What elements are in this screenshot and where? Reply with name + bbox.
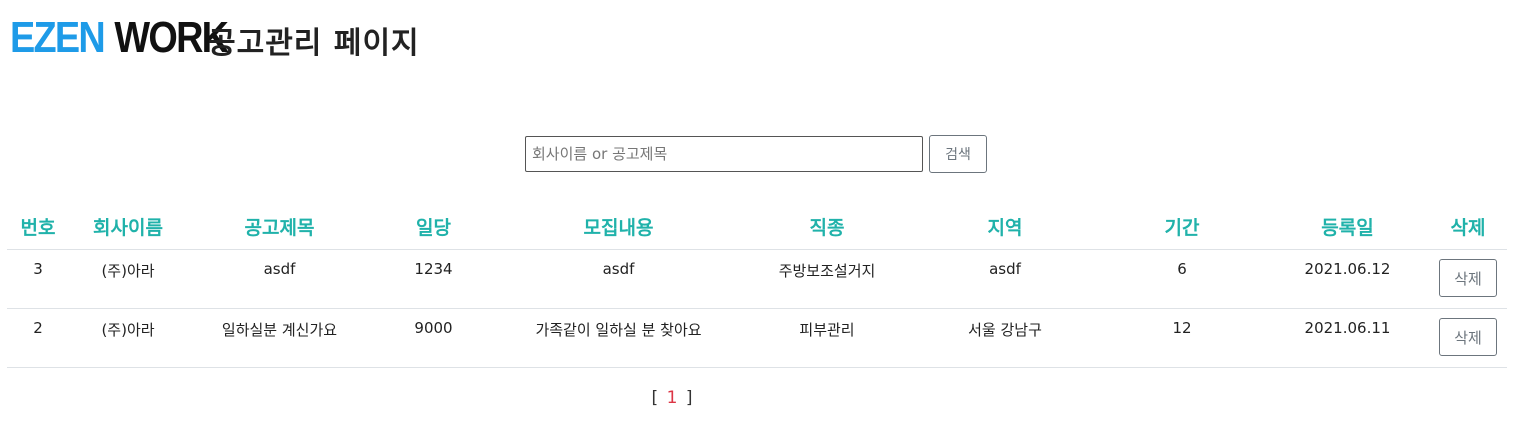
cell-job: 주방보조설거지 xyxy=(742,249,912,309)
cell-title: asdf xyxy=(187,249,372,309)
header-delete: 삭제 xyxy=(1429,203,1507,250)
cell-company: (주)아라 xyxy=(69,308,187,368)
logo[interactable]: EZEN WORK xyxy=(10,13,229,62)
cell-title: 일하실분 계신가요 xyxy=(187,308,372,368)
header-date: 등록일 xyxy=(1266,203,1429,250)
delete-button[interactable]: 삭제 xyxy=(1439,318,1497,356)
header-period: 기간 xyxy=(1098,203,1266,250)
cell-job: 피부관리 xyxy=(742,308,912,368)
header-no: 번호 xyxy=(7,203,69,250)
table-header-row: 번호 회사이름 공고제목 일당 모집내용 직종 지역 기간 등록일 삭제 xyxy=(7,203,1507,250)
page-link-1[interactable]: 1 xyxy=(664,388,681,408)
cell-company: (주)아라 xyxy=(69,249,187,309)
header-job: 직종 xyxy=(742,203,912,250)
search-input[interactable] xyxy=(525,136,923,172)
cell-date: 2021.06.11 xyxy=(1266,308,1429,368)
cell-date: 2021.06.12 xyxy=(1266,249,1429,309)
search-button[interactable]: 검색 xyxy=(929,135,987,173)
job-posting-table: 번호 회사이름 공고제목 일당 모집내용 직종 지역 기간 등록일 삭제 3 (… xyxy=(7,203,1507,368)
cell-no: 2 xyxy=(7,308,69,368)
logo-ezen: EZEN xyxy=(10,13,106,62)
cell-pay: 9000 xyxy=(372,308,495,368)
table-row: 3 (주)아라 asdf 1234 asdf 주방보조설거지 asdf 6 20… xyxy=(7,249,1507,309)
cell-content: 가족같이 일하실 분 찾아요 xyxy=(495,308,742,368)
cell-period: 6 xyxy=(1098,249,1266,309)
search-bar: 검색 xyxy=(525,135,987,173)
cell-delete: 삭제 xyxy=(1429,249,1507,309)
cell-content: asdf xyxy=(495,249,742,309)
cell-region: 서울 강남구 xyxy=(912,308,1098,368)
header-company: 회사이름 xyxy=(69,203,187,250)
page-title: 공고관리 페이지 xyxy=(208,26,420,61)
header-title: 공고제목 xyxy=(187,203,372,250)
pagination: [ 1 ] xyxy=(0,388,1344,408)
table-row: 2 (주)아라 일하실분 계신가요 9000 가족같이 일하실 분 찾아요 피부… xyxy=(7,308,1507,368)
header-region: 지역 xyxy=(912,203,1098,250)
header-pay: 일당 xyxy=(372,203,495,250)
cell-period: 12 xyxy=(1098,308,1266,368)
cell-delete: 삭제 xyxy=(1429,308,1507,368)
header-content: 모집내용 xyxy=(495,203,742,250)
cell-no: 3 xyxy=(7,249,69,309)
cell-pay: 1234 xyxy=(372,249,495,309)
header: EZEN WORK xyxy=(10,13,229,62)
pagination-open-bracket: [ xyxy=(651,388,659,408)
delete-button[interactable]: 삭제 xyxy=(1439,259,1497,297)
pagination-close-bracket: ] xyxy=(685,388,693,408)
cell-region: asdf xyxy=(912,249,1098,309)
